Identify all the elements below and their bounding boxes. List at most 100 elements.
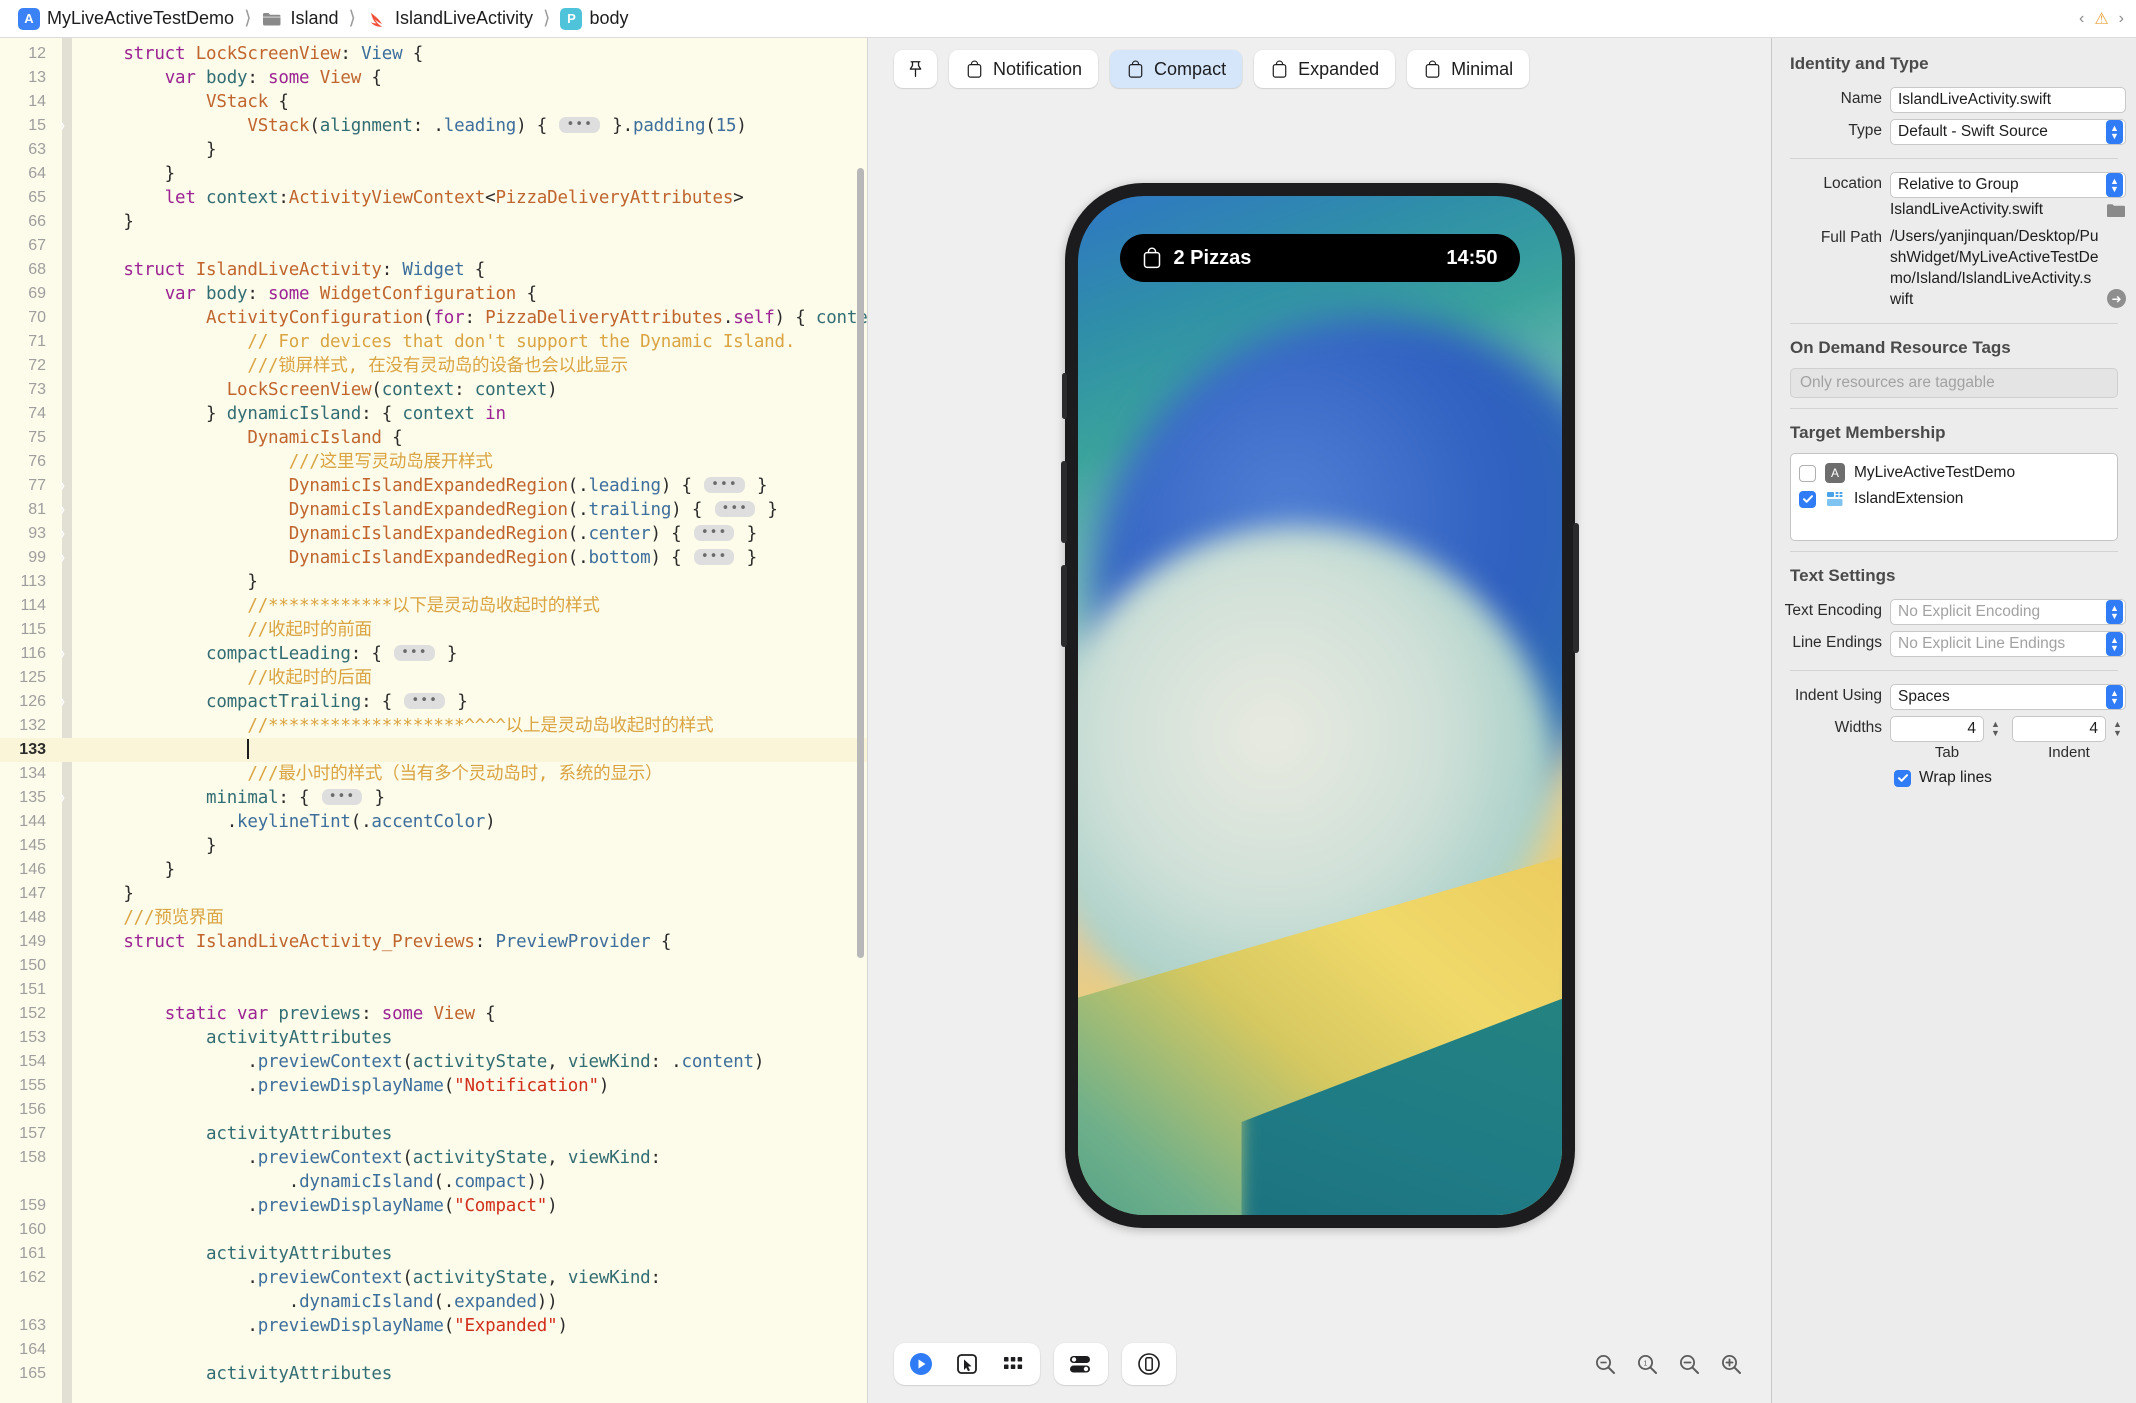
code-line[interactable]: 153 activityAttributes: [0, 1026, 867, 1050]
code-line[interactable]: 66 }: [0, 210, 867, 234]
pin-preview-button[interactable]: [894, 50, 937, 88]
code-line[interactable]: 159 .previewDisplayName("Compact"): [0, 1194, 867, 1218]
code-line[interactable]: 76 ///这里写灵动岛展开样式: [0, 450, 867, 474]
target-row-app[interactable]: A MyLiveActiveTestDemo: [1799, 460, 2109, 486]
editor-scrollbar[interactable]: [857, 168, 864, 958]
collapsed-code-ellipsis[interactable]: •••: [404, 693, 444, 709]
indent-width-stepper[interactable]: ▲▼: [2109, 716, 2126, 742]
code-line[interactable]: 157 activityAttributes: [0, 1122, 867, 1146]
location-select[interactable]: Relative to Group ▲▼: [1890, 172, 2126, 198]
code-line[interactable]: 113 }: [0, 570, 867, 594]
target-row-extension[interactable]: IslandExtension: [1799, 486, 2109, 512]
code-line[interactable]: 132 //*******************^^^^以上是灵动岛收起时的样…: [0, 714, 867, 738]
nav-forward-button[interactable]: ›: [2119, 10, 2124, 28]
code-line[interactable]: 162 .previewContext(activityState, viewK…: [0, 1266, 867, 1290]
code-lines[interactable]: 12 struct LockScreenView: View {13 var b…: [0, 38, 867, 1386]
nav-back-button[interactable]: ‹: [2079, 10, 2084, 28]
code-line[interactable]: 70 ActivityConfiguration(for: PizzaDeliv…: [0, 306, 867, 330]
code-line[interactable]: 68 struct IslandLiveActivity: Widget {: [0, 258, 867, 282]
code-line[interactable]: 99 DynamicIslandExpandedRegion(.bottom) …: [0, 546, 867, 570]
breadcrumb-item-folder[interactable]: Island: [257, 6, 342, 32]
breadcrumb-item-symbol[interactable]: P body: [556, 6, 632, 32]
indent-using-select[interactable]: Spaces ▲▼: [1890, 684, 2126, 710]
zoom-out-button[interactable]: [1675, 1350, 1703, 1378]
device-bezel-button[interactable]: [1128, 1347, 1170, 1381]
dynamic-island-compact[interactable]: 2 Pizzas 14:50: [1120, 234, 1520, 282]
code-line[interactable]: 149 struct IslandLiveActivity_Previews: …: [0, 930, 867, 954]
code-line[interactable]: 125 //收起时的后面: [0, 666, 867, 690]
variants-button[interactable]: [992, 1347, 1034, 1381]
wrap-lines-checkbox[interactable]: [1894, 770, 1911, 787]
code-line[interactable]: 150: [0, 954, 867, 978]
collapsed-code-ellipsis[interactable]: •••: [694, 525, 734, 541]
zoom-100-button[interactable]: 1: [1633, 1350, 1661, 1378]
code-line[interactable]: 158 .previewContext(activityState, viewK…: [0, 1146, 867, 1170]
code-line[interactable]: 163 .previewDisplayName("Expanded"): [0, 1314, 867, 1338]
code-line[interactable]: 164: [0, 1338, 867, 1362]
device-settings-button[interactable]: [1060, 1347, 1102, 1381]
collapsed-code-ellipsis[interactable]: •••: [394, 645, 434, 661]
collapsed-code-ellipsis[interactable]: •••: [704, 477, 744, 493]
code-line[interactable]: 135 minimal: { ••• }: [0, 786, 867, 810]
code-line[interactable]: 114 //************以下是灵动岛收起时的样式: [0, 594, 867, 618]
name-input[interactable]: IslandLiveActivity.swift: [1890, 87, 2126, 113]
text-encoding-select[interactable]: No Explicit Encoding ▲▼: [1890, 599, 2126, 625]
code-line[interactable]: 146 }: [0, 858, 867, 882]
code-line[interactable]: 148 ///预览界面: [0, 906, 867, 930]
code-line[interactable]: 14 VStack {: [0, 90, 867, 114]
wrap-lines-row[interactable]: Wrap lines: [1772, 761, 2136, 787]
code-line[interactable]: 165 activityAttributes: [0, 1362, 867, 1386]
selectable-button[interactable]: [946, 1347, 988, 1381]
code-line[interactable]: 151: [0, 978, 867, 1002]
code-line[interactable]: 155 .previewDisplayName("Notification"): [0, 1074, 867, 1098]
live-preview-play-button[interactable]: [900, 1347, 942, 1381]
warning-triangle-icon[interactable]: ⚠: [2094, 9, 2108, 29]
zoom-to-fit-button[interactable]: [1591, 1350, 1619, 1378]
code-line[interactable]: 144 .keylineTint(.accentColor): [0, 810, 867, 834]
code-line[interactable]: 13 var body: some View {: [0, 66, 867, 90]
iphone-preview[interactable]: 2 Pizzas 14:50: [1065, 183, 1575, 1228]
choose-folder-icon[interactable]: [2106, 203, 2126, 218]
code-line[interactable]: 161 activityAttributes: [0, 1242, 867, 1266]
code-line[interactable]: 75 DynamicIsland {: [0, 426, 867, 450]
code-line[interactable]: 152 static var previews: some View {: [0, 1002, 867, 1026]
code-line[interactable]: 116 compactLeading: { ••• }: [0, 642, 867, 666]
code-line[interactable]: 160: [0, 1218, 867, 1242]
code-line[interactable]: 65 let context:ActivityViewContext<Pizza…: [0, 186, 867, 210]
collapsed-code-ellipsis[interactable]: •••: [322, 789, 362, 805]
code-line[interactable]: 93 DynamicIslandExpandedRegion(.center) …: [0, 522, 867, 546]
code-line[interactable]: 134 ///最小时的样式（当有多个灵动岛时, 系统的显示）: [0, 762, 867, 786]
code-line[interactable]: 69 var body: some WidgetConfiguration {: [0, 282, 867, 306]
code-line[interactable]: .dynamicIsland(.compact)): [0, 1170, 867, 1194]
source-editor[interactable]: 12 struct LockScreenView: View {13 var b…: [0, 38, 868, 1403]
code-line[interactable]: 77 DynamicIslandExpandedRegion(.leading)…: [0, 474, 867, 498]
breadcrumb-item-project[interactable]: A MyLiveActiveTestDemo: [14, 6, 238, 32]
code-line[interactable]: 154 .previewContext(activityState, viewK…: [0, 1050, 867, 1074]
odrt-input[interactable]: Only resources are taggable: [1790, 368, 2118, 398]
code-line[interactable]: 133: [0, 738, 867, 762]
code-line[interactable]: .dynamicIsland(.expanded)): [0, 1290, 867, 1314]
preview-tab-minimal[interactable]: Minimal: [1407, 50, 1529, 88]
line-endings-select[interactable]: No Explicit Line Endings ▲▼: [1890, 631, 2126, 657]
indent-width-input[interactable]: 4: [2012, 716, 2106, 742]
breadcrumb-item-file[interactable]: IslandLiveActivity: [362, 6, 537, 32]
code-line[interactable]: 115 //收起时的前面: [0, 618, 867, 642]
code-line[interactable]: 156: [0, 1098, 867, 1122]
zoom-in-button[interactable]: [1717, 1350, 1745, 1378]
type-select[interactable]: Default - Swift Source ▲▼: [1890, 119, 2126, 145]
tab-width-stepper[interactable]: ▲▼: [1987, 716, 2004, 742]
target-checkbox[interactable]: [1799, 491, 1816, 508]
code-line[interactable]: 63 }: [0, 138, 867, 162]
code-line[interactable]: 67: [0, 234, 867, 258]
code-line[interactable]: 71 // For devices that don't support the…: [0, 330, 867, 354]
preview-tab-expanded[interactable]: Expanded: [1254, 50, 1395, 88]
code-line[interactable]: 12 struct LockScreenView: View {: [0, 42, 867, 66]
reveal-in-finder-icon[interactable]: ➜: [2107, 289, 2126, 308]
code-line[interactable]: 74 } dynamicIsland: { context in: [0, 402, 867, 426]
collapsed-code-ellipsis[interactable]: •••: [694, 549, 734, 565]
collapsed-code-ellipsis[interactable]: •••: [559, 117, 599, 133]
code-line[interactable]: 73 LockScreenView(context: context): [0, 378, 867, 402]
target-checkbox[interactable]: [1799, 465, 1816, 482]
code-line[interactable]: 147 }: [0, 882, 867, 906]
code-line[interactable]: 15 VStack(alignment: .leading) { ••• }.p…: [0, 114, 867, 138]
